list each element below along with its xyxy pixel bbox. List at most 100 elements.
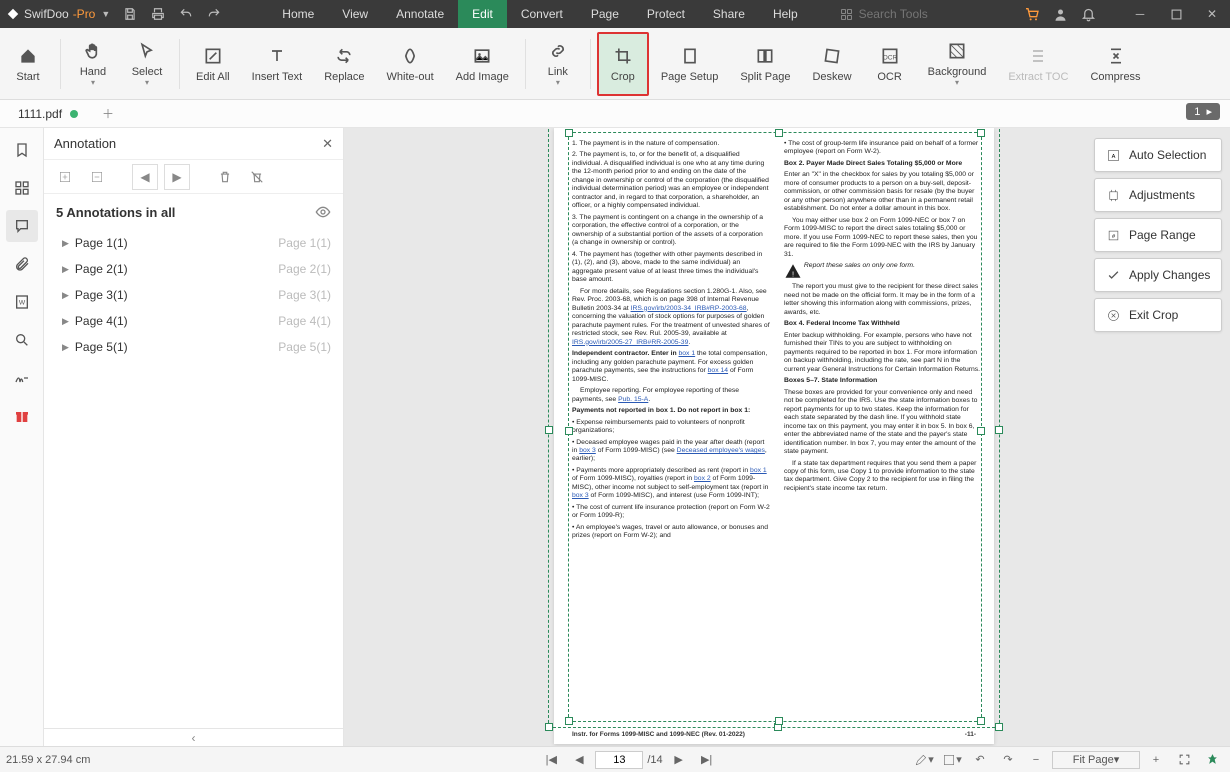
menu-page[interactable]: Page [577, 0, 633, 28]
search-input[interactable] [859, 7, 959, 21]
ribbon-background[interactable]: Background▾ [918, 32, 997, 96]
main-menu: HomeViewAnnotateEditConvertPageProtectSh… [268, 0, 811, 28]
panel-collapse-icon[interactable]: ‹ [44, 728, 343, 746]
ribbon-insert-text[interactable]: Insert Text [242, 32, 313, 96]
caret-right-icon: ▶ [62, 238, 69, 249]
svg-text:W: W [18, 300, 25, 307]
crop-adjustments[interactable]: Adjustments [1094, 178, 1222, 212]
svg-text:A: A [1111, 154, 1115, 160]
fullscreen-icon[interactable] [1172, 749, 1196, 771]
anno-row[interactable]: ▶Page 2(1)Page 2(1) [44, 256, 343, 282]
eraser-icon [399, 45, 421, 67]
page-footer-left: Instr. for Forms 1099-MISC and 1099-NEC … [572, 731, 745, 738]
brand-caret-icon[interactable]: ▼ [101, 9, 110, 19]
first-page-icon[interactable]: |◀ [539, 749, 563, 771]
user-icon[interactable] [1046, 0, 1074, 28]
ribbon: StartHand▾Select▾Edit AllInsert TextRepl… [0, 28, 1230, 100]
add-tab-button[interactable]: ＋ [96, 102, 120, 126]
ribbon-hand[interactable]: Hand▾ [67, 32, 119, 96]
page-number-input[interactable] [595, 751, 643, 769]
zoom-out-icon[interactable]: − [1024, 749, 1048, 771]
page-total: /14 [647, 754, 662, 766]
crop-apply-changes[interactable]: Apply Changes [1094, 258, 1222, 292]
crop-page-range[interactable]: #Page Range [1094, 218, 1222, 252]
rotate-right-icon[interactable]: ↷ [996, 749, 1020, 771]
search-icon[interactable] [6, 324, 38, 356]
ribbon-select[interactable]: Select▾ [121, 32, 173, 96]
ribbon-ocr[interactable]: OCROCR [864, 32, 916, 96]
bell-icon[interactable] [1074, 0, 1102, 28]
next-page-icon[interactable]: ▶ [667, 749, 691, 771]
menu-share[interactable]: Share [699, 0, 759, 28]
ribbon-link[interactable]: Link▾ [532, 32, 584, 96]
word-icon[interactable]: W [6, 286, 38, 318]
menu-annotate[interactable]: Annotate [382, 0, 458, 28]
close-button[interactable]: ✕ [1194, 0, 1230, 28]
file-tab[interactable]: 1111.pdf [8, 100, 88, 128]
eye-icon[interactable] [315, 204, 331, 220]
menu-help[interactable]: Help [759, 0, 812, 28]
panel-close-icon[interactable]: ✕ [322, 136, 333, 152]
anno-row[interactable]: ▶Page 3(1)Page 3(1) [44, 282, 343, 308]
collapse-all-icon[interactable] [84, 164, 110, 190]
ribbon-white-out[interactable]: White-out [377, 32, 444, 96]
rotate-left-icon[interactable]: ↶ [968, 749, 992, 771]
ribbon-add-image[interactable]: Add Image [446, 32, 519, 96]
ribbon-edit-all[interactable]: Edit All [186, 32, 240, 96]
redo-icon[interactable] [200, 0, 228, 28]
crop-auto-selection[interactable]: AAuto Selection [1094, 138, 1222, 172]
anno-row[interactable]: ▶Page 1(1)Page 1(1) [44, 230, 343, 256]
brand-name: SwifDoo [24, 7, 69, 21]
next-anno-icon[interactable]: ▶ [164, 164, 190, 190]
prev-page-icon[interactable]: ◀ [567, 749, 591, 771]
link-icon [547, 40, 569, 62]
text-icon [266, 45, 288, 67]
print-icon[interactable] [144, 0, 172, 28]
ribbon-start[interactable]: Start [2, 32, 54, 96]
ribbon-replace[interactable]: Replace [314, 32, 374, 96]
ribbon-compress[interactable]: Compress [1080, 32, 1150, 96]
anno-row[interactable]: ▶Page 4(1)Page 4(1) [44, 308, 343, 334]
thumbnails-icon[interactable] [6, 172, 38, 204]
anno-row[interactable]: ▶Page 5(1)Page 5(1) [44, 334, 343, 360]
highlight-icon[interactable]: ▾ [912, 749, 936, 771]
expand-all-icon[interactable] [52, 164, 78, 190]
last-page-icon[interactable]: ▶| [695, 749, 719, 771]
undo-icon[interactable] [172, 0, 200, 28]
split-icon [754, 45, 776, 67]
ribbon-split-page[interactable]: Split Page [730, 32, 800, 96]
attachment-icon[interactable] [6, 248, 38, 280]
save-icon[interactable] [116, 0, 144, 28]
zoom-in-icon[interactable]: + [1144, 749, 1168, 771]
menu-convert[interactable]: Convert [507, 0, 577, 28]
menu-edit[interactable]: Edit [458, 0, 507, 28]
menu-home[interactable]: Home [268, 0, 328, 28]
crop-icon [612, 45, 634, 67]
ribbon-deskew[interactable]: Deskew [802, 32, 861, 96]
minimize-button[interactable]: ─ [1122, 0, 1158, 28]
canvas[interactable]: 1. The payment is in the nature of compe… [344, 128, 1230, 746]
delete-all-anno-icon[interactable] [244, 164, 270, 190]
ribbon-crop[interactable]: Crop [597, 32, 649, 96]
page-dimensions: 21.59 x 27.94 cm [6, 754, 346, 766]
view-mode-icon[interactable]: ▾ [940, 749, 964, 771]
sidebar: W [0, 128, 44, 746]
annotation-icon[interactable] [6, 210, 38, 242]
maximize-button[interactable] [1158, 0, 1194, 28]
zoom-field[interactable]: Fit Page ▾ [1052, 751, 1140, 769]
menu-protect[interactable]: Protect [633, 0, 699, 28]
svg-text:OCR: OCR [882, 54, 897, 61]
prev-anno-icon[interactable]: ◀ [132, 164, 158, 190]
pin-icon[interactable] [1200, 749, 1224, 771]
sign-icon[interactable] [6, 362, 38, 394]
crop-inner-box[interactable] [568, 132, 982, 722]
delete-anno-icon[interactable] [212, 164, 238, 190]
ribbon-page-setup[interactable]: Page Setup [651, 32, 729, 96]
gift-icon[interactable] [6, 400, 38, 432]
cart-icon[interactable] [1018, 0, 1046, 28]
menu-view[interactable]: View [328, 0, 382, 28]
crop-exit-crop[interactable]: Exit Crop [1094, 298, 1222, 332]
page-pill: 1 ▸ [1186, 103, 1220, 120]
bookmark-icon[interactable] [6, 134, 38, 166]
search-tools[interactable] [832, 7, 967, 21]
